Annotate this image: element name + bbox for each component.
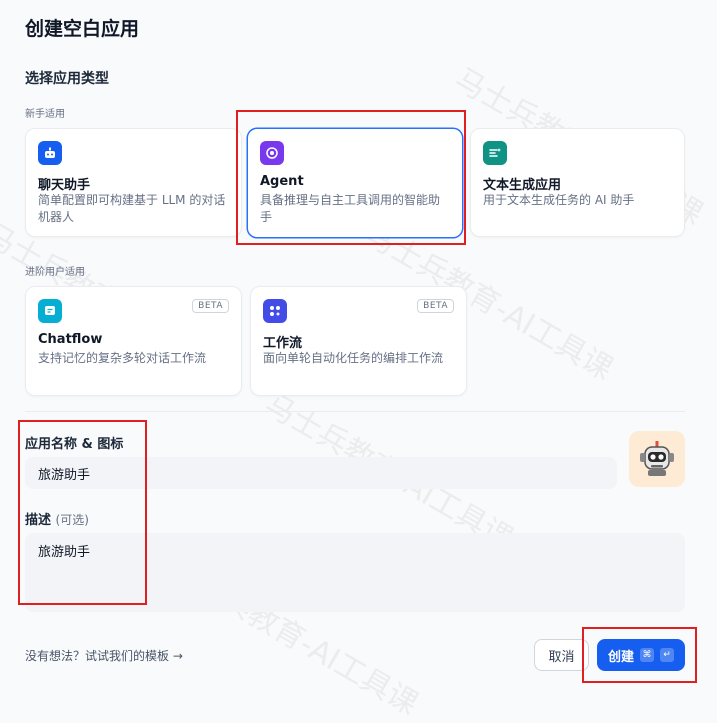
- cancel-button[interactable]: 取消: [534, 639, 589, 671]
- chatflow-icon: [38, 299, 62, 323]
- dialog-title: 创建空白应用: [25, 18, 140, 40]
- create-button[interactable]: 创建 ⌘ ↵: [597, 639, 685, 671]
- app-type-card-text-generator[interactable]: 文本生成应用 用于文本生成任务的 AI 助手: [470, 128, 685, 237]
- card-name: Chatflow: [38, 332, 103, 347]
- description-optional-hint: (可选): [55, 513, 89, 527]
- agent-icon: [260, 141, 284, 165]
- app-type-card-agent[interactable]: Agent 具备推理与自主工具调用的智能助手: [247, 128, 463, 238]
- advanced-group-label: 进阶用户适用: [25, 267, 85, 278]
- workflow-icon: [263, 299, 287, 323]
- chat-bot-icon: [38, 141, 62, 165]
- robot-avatar-icon[interactable]: [629, 431, 685, 487]
- description-textarea[interactable]: 旅游助手: [25, 533, 685, 612]
- app-type-card-workflow[interactable]: BETA 工作流 面向单轮自动化任务的编排工作流: [250, 286, 467, 396]
- beta-badge: BETA: [417, 299, 454, 313]
- app-name-label: 应用名称 & 图标: [25, 437, 124, 452]
- text-generator-icon: [483, 141, 507, 165]
- description-label-text: 描述: [25, 513, 52, 528]
- beginner-group-label: 新手适用: [25, 109, 65, 120]
- app-type-card-chat-assistant[interactable]: 聊天助手 简单配置即可构建基于 LLM 的对话机器人: [25, 128, 242, 237]
- card-name: 工作流: [263, 336, 303, 351]
- card-description: 面向单轮自动化任务的编排工作流: [263, 351, 444, 365]
- card-description: 支持记忆的复杂多轮对话工作流: [38, 351, 207, 365]
- card-name: Agent: [260, 174, 304, 189]
- command-key-icon: ⌘: [640, 648, 654, 662]
- create-button-label: 创建: [607, 649, 634, 665]
- card-description: 简单配置即可构建基于 LLM 的对话机器人: [38, 193, 226, 224]
- card-description: 用于文本生成任务的 AI 助手: [483, 193, 635, 207]
- beta-badge: BETA: [192, 299, 229, 313]
- app-name-input[interactable]: [25, 457, 617, 489]
- card-description: 具备推理与自主工具调用的智能助手: [260, 193, 441, 224]
- app-type-card-chatflow[interactable]: BETA Chatflow 支持记忆的复杂多轮对话工作流: [25, 286, 242, 396]
- enter-key-icon: ↵: [660, 648, 674, 662]
- template-link[interactable]: 没有想法？试试我们的模板 →: [25, 647, 183, 664]
- app-type-section-title: 选择应用类型: [25, 71, 109, 87]
- card-name: 聊天助手: [38, 178, 91, 193]
- section-divider: [25, 411, 685, 412]
- card-name: 文本生成应用: [483, 178, 562, 193]
- description-label: 描述 (可选): [25, 509, 89, 528]
